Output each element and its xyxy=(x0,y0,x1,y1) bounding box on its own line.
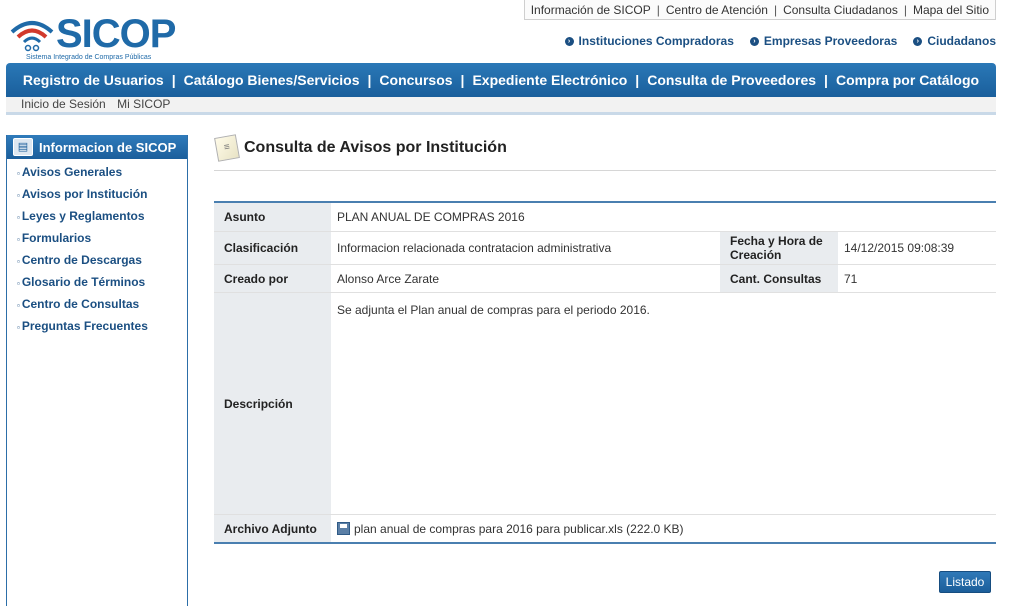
bullet-icon: ▫ xyxy=(17,213,20,222)
separator: | xyxy=(635,72,640,88)
bullet-icon: ▫ xyxy=(17,235,20,244)
clasificacion-value: Informacion relacionada contratacion adm… xyxy=(337,241,612,255)
sidebar-item-label: Centro de Consultas xyxy=(21,297,140,311)
nav-registro-usuarios[interactable]: Registro de Usuarios xyxy=(23,72,164,88)
sidebar-item-avisos-institucion[interactable]: ▫ Avisos por Institución xyxy=(7,183,187,205)
sidebar-item-glosario[interactable]: ▫ Glosario de Términos xyxy=(7,271,187,293)
actor-link-empresas[interactable]: › Empresas Proveedoras xyxy=(749,34,898,48)
notice-detail-table: Asunto PLAN ANUAL DE COMPRAS 2016 Clasif… xyxy=(214,201,996,544)
sidebar-item-consultas[interactable]: ▫ Centro de Consultas xyxy=(7,293,187,315)
separator: | xyxy=(460,72,465,88)
arrow-circle-icon: › xyxy=(564,36,574,46)
sidebar-item-label: Formularios xyxy=(21,231,92,245)
logo-title: SICOP xyxy=(56,12,176,56)
top-link-mapa-sitio[interactable]: Mapa del Sitio xyxy=(913,3,989,17)
separator: | xyxy=(903,2,907,17)
sidebar-item-label: Centro de Descargas xyxy=(21,253,142,267)
floppy-disk-icon xyxy=(337,522,350,535)
sidebar-item-leyes[interactable]: ▫ Leyes y Reglamentos xyxy=(7,205,187,227)
nav-expediente[interactable]: Expediente Electrónico xyxy=(472,72,627,88)
page-header: ≡ Consulta de Avisos por Institución xyxy=(214,134,507,162)
sidebar-item-avisos-generales[interactable]: ▫ Avisos Generales xyxy=(7,161,187,183)
actor-label: Empresas Proveedoras xyxy=(763,34,898,48)
sub-nav: Inicio de Sesión Mi SICOP xyxy=(6,97,996,115)
table-row: Archivo Adjunto plan anual de compras pa… xyxy=(214,515,996,542)
archivo-label: Archivo Adjunto xyxy=(214,515,331,542)
divider xyxy=(214,170,996,171)
attachment-filename: plan anual de compras para 2016 para pub… xyxy=(354,521,684,536)
consultas-label: Cant. Consultas xyxy=(720,265,838,292)
consultas-value: 71 xyxy=(844,271,858,286)
sidebar-title: Informacion de SICOP xyxy=(39,139,177,155)
separator: | xyxy=(656,2,660,17)
attachment-link[interactable]: plan anual de compras para 2016 para pub… xyxy=(331,515,690,542)
bullet-icon: ▫ xyxy=(17,191,20,200)
sidebar-item-formularios[interactable]: ▫ Formularios xyxy=(7,227,187,249)
sidebar-item-label: Leyes y Reglamentos xyxy=(21,209,145,223)
sidebar-item-label: Avisos Generales xyxy=(21,165,123,179)
actor-links: › Instituciones Compradoras › Empresas P… xyxy=(564,34,996,48)
notepad-icon: ≡ xyxy=(214,134,240,162)
arrow-circle-icon: › xyxy=(913,36,923,46)
sidebar-item-label: Avisos por Institución xyxy=(21,187,148,201)
creado-value: Alonso Arce Zarate xyxy=(337,271,440,286)
bullet-icon: ▫ xyxy=(17,257,20,266)
separator: | xyxy=(773,2,778,17)
actor-label: Ciudadanos xyxy=(927,34,996,48)
bullet-icon: ▫ xyxy=(17,323,20,332)
actor-link-instituciones[interactable]: › Instituciones Compradoras xyxy=(564,34,734,48)
nav-compra-catalogo[interactable]: Compra por Catálogo xyxy=(836,72,979,88)
table-row: Descripción Se adjunta el Plan anual de … xyxy=(214,293,996,515)
bullet-icon: ▫ xyxy=(17,169,20,178)
top-link-informacion[interactable]: Información de SICOP xyxy=(531,3,651,17)
sidebar-item-preguntas[interactable]: ▫ Preguntas Frecuentes xyxy=(7,315,187,337)
sidebar-menu: ▫ Avisos Generales ▫ Avisos por Institució… xyxy=(7,161,187,337)
info-folder-icon: ▤ xyxy=(13,138,33,156)
main-nav: Registro de Usuarios | Catálogo Bienes/S… xyxy=(6,63,996,97)
page-title: Consulta de Avisos por Institución xyxy=(244,139,507,156)
bullet-icon: ▫ xyxy=(17,301,20,310)
wifi-wave-icon xyxy=(10,21,54,52)
asunto-label: Asunto xyxy=(214,203,331,231)
actor-label: Instituciones Compradoras xyxy=(578,34,734,48)
table-row: Creado por Alonso Arce Zarate Cant. Cons… xyxy=(214,265,996,293)
separator: | xyxy=(171,72,176,88)
table-row: Asunto PLAN ANUAL DE COMPRAS 2016 xyxy=(214,203,996,232)
top-link-centro-atencion[interactable]: Centro de Atención xyxy=(666,3,768,17)
descripcion-label: Descripción xyxy=(214,293,331,514)
descripcion-value: Se adjunta el Plan anual de compras para… xyxy=(337,303,650,317)
subnav-inicio-sesion[interactable]: Inicio de Sesión xyxy=(21,97,106,111)
fecha-value: 14/12/2015 09:08:39 xyxy=(844,241,955,255)
bullet-icon: ▫ xyxy=(17,279,20,288)
table-row: Clasificación Informacion relacionada co… xyxy=(214,232,996,265)
asunto-value: PLAN ANUAL DE COMPRAS 2016 xyxy=(337,210,525,224)
fecha-label: Fecha y Hora de Creación xyxy=(720,232,838,264)
sidebar-item-descargas[interactable]: ▫ Centro de Descargas xyxy=(7,249,187,271)
actor-link-ciudadanos[interactable]: › Ciudadanos xyxy=(913,34,996,48)
top-link-consulta-ciudadanos[interactable]: Consulta Ciudadanos xyxy=(783,3,898,17)
top-links-bar: Información de SICOP | Centro de Atenció… xyxy=(523,0,996,20)
sicop-logo[interactable]: SICOP Sistema Integrado de Compras Públi… xyxy=(8,12,188,64)
sidebar-item-label: Preguntas Frecuentes xyxy=(21,319,148,333)
nav-catalogo[interactable]: Catálogo Bienes/Servicios xyxy=(184,72,360,88)
sidebar-item-label: Glosario de Términos xyxy=(21,275,146,289)
separator: | xyxy=(367,72,372,88)
nav-consulta-proveedores[interactable]: Consulta de Proveedores xyxy=(647,72,816,88)
logo-subtitle: Sistema Integrado de Compras Públicas xyxy=(26,54,152,61)
clasificacion-label: Clasificación xyxy=(214,232,331,264)
sidebar-header: ▤ Informacion de SICOP xyxy=(7,135,187,159)
nav-concursos[interactable]: Concursos xyxy=(379,72,452,88)
subnav-mi-sicop[interactable]: Mi SICOP xyxy=(117,97,170,111)
arrow-circle-icon: › xyxy=(749,36,759,46)
listado-button[interactable]: Listado xyxy=(939,571,991,593)
creado-label: Creado por xyxy=(214,265,331,292)
sidebar: ▤ Informacion de SICOP ▫ Avisos Generales… xyxy=(6,135,188,606)
separator: | xyxy=(824,72,828,88)
